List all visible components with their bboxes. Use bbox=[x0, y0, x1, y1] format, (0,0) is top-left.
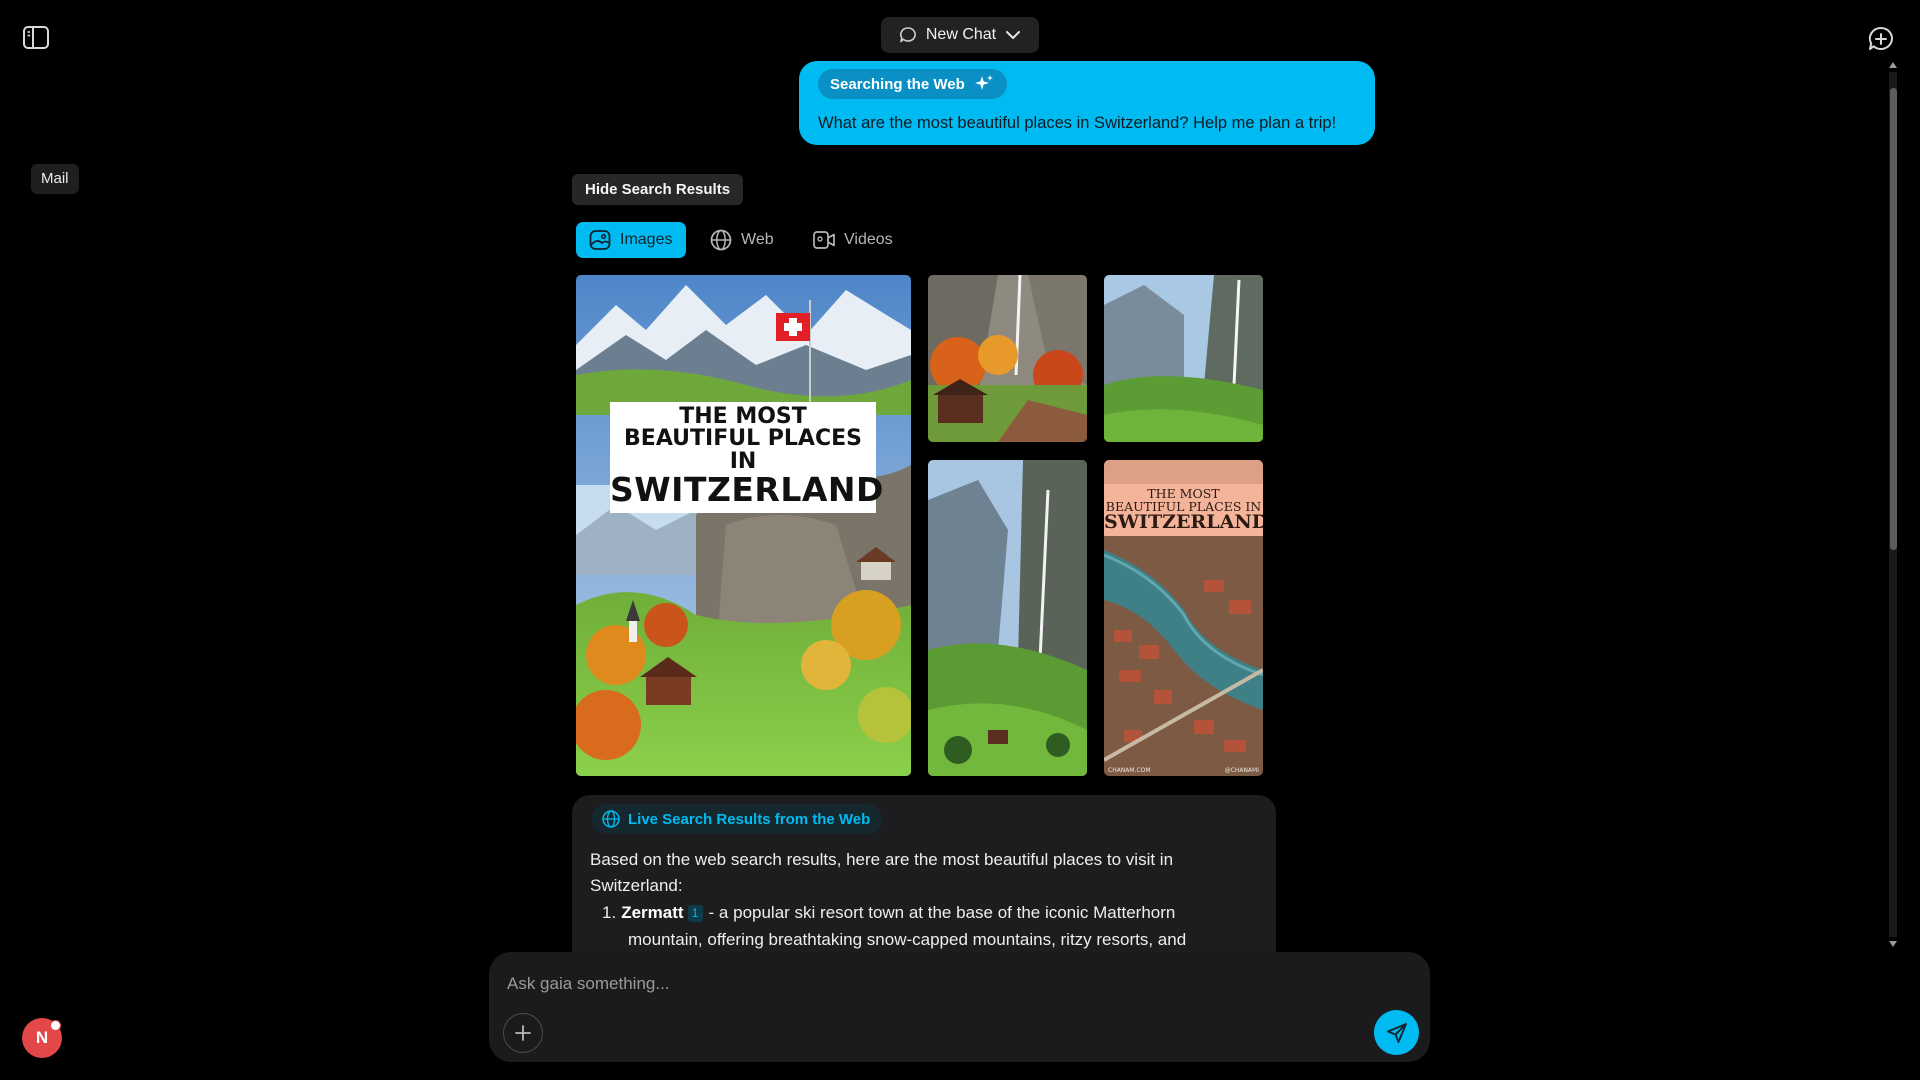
main-image-title-line: SWITZERLAND bbox=[610, 470, 884, 510]
result-image-2[interactable] bbox=[928, 275, 1087, 442]
scrollbar-thumb[interactable] bbox=[1890, 88, 1897, 550]
chevron-down-icon bbox=[1004, 26, 1022, 44]
result-image-5[interactable]: THE MOST BEAUTIFUL PLACES IN SWITZERLAND… bbox=[1104, 460, 1263, 776]
mail-tooltip: Mail bbox=[31, 164, 79, 194]
main-image-title-overlay: THE MOST BEAUTIFUL PLACES IN SWITZERLAND bbox=[610, 402, 884, 513]
avatar-initial: N bbox=[35, 1028, 49, 1047]
main-image-title-line: THE MOST bbox=[679, 404, 807, 429]
list-item-number: 1. bbox=[602, 903, 617, 922]
scroll-down-arrow-icon[interactable] bbox=[1888, 939, 1898, 949]
assistant-answer-card: Live Search Results from the Web Based o… bbox=[572, 795, 1276, 955]
list-item-text: mountain, offering breathtaking snow-cap… bbox=[628, 930, 1187, 949]
chat-selector-dropdown[interactable]: New Chat bbox=[881, 17, 1039, 53]
tab-web-label: Web bbox=[741, 231, 774, 248]
live-search-label: Live Search Results from the Web bbox=[628, 810, 871, 828]
list-item: 1. Zermatt 1 - a popular ski resort town at… bbox=[602, 899, 1232, 953]
searching-status-badge: Searching the Web bbox=[818, 69, 1007, 99]
user-message-bubble: Searching the Web What are the most beau… bbox=[799, 61, 1375, 145]
image-credit: CHANAM.COM bbox=[1108, 767, 1151, 774]
chat-selector-label: New Chat bbox=[925, 26, 997, 43]
answer-intro-text: Based on the web search results, here ar… bbox=[590, 850, 1174, 895]
scroll-up-arrow-icon[interactable] bbox=[1888, 60, 1898, 70]
sparkle-icon bbox=[973, 73, 995, 95]
message-composer bbox=[489, 952, 1430, 1062]
sidebar-toggle-icon[interactable] bbox=[22, 24, 52, 52]
tab-videos-label: Videos bbox=[844, 231, 893, 248]
list-item-text: - a popular ski resort town at the base … bbox=[708, 903, 1176, 922]
chat-bubble-icon bbox=[898, 25, 918, 45]
hide-search-results-button[interactable]: Hide Search Results bbox=[572, 174, 744, 205]
small-image-title-line: SWITZERLAND bbox=[1104, 511, 1263, 534]
send-icon bbox=[1385, 1021, 1409, 1045]
small-image-title-overlay: THE MOST BEAUTIFUL PLACES IN SWITZERLAND bbox=[1104, 484, 1263, 537]
result-image-main[interactable]: THE MOST BEAUTIFUL PLACES IN SWITZERLAND bbox=[576, 275, 911, 776]
list-item-title: Zermatt bbox=[621, 903, 684, 922]
globe-icon bbox=[601, 809, 621, 829]
notification-dot bbox=[50, 1020, 61, 1031]
scrollbar[interactable] bbox=[1886, 58, 1900, 951]
tab-images[interactable]: Images bbox=[576, 222, 686, 258]
searching-status-label: Searching the Web bbox=[830, 75, 965, 93]
tab-videos[interactable]: Videos bbox=[800, 222, 905, 258]
tab-web[interactable]: Web bbox=[697, 222, 786, 258]
user-avatar[interactable]: N bbox=[22, 1018, 62, 1058]
tab-images-label: Images bbox=[620, 231, 673, 248]
new-chat-icon[interactable] bbox=[1866, 24, 1896, 54]
main-image-title-line: BEAUTIFUL PLACES IN bbox=[624, 426, 862, 474]
send-button[interactable] bbox=[1374, 1010, 1419, 1055]
citation-badge[interactable]: 1 bbox=[687, 905, 703, 922]
video-icon bbox=[812, 228, 836, 252]
result-image-3[interactable] bbox=[1104, 275, 1263, 442]
image-credit: @CHANAMI bbox=[1224, 767, 1259, 774]
result-image-4[interactable] bbox=[928, 460, 1087, 776]
user-message-text: What are the most beautiful places in Sw… bbox=[818, 114, 1337, 132]
plus-icon bbox=[514, 1024, 532, 1042]
image-icon bbox=[588, 228, 612, 252]
live-search-badge: Live Search Results from the Web bbox=[592, 804, 883, 834]
globe-icon bbox=[709, 228, 733, 252]
attach-button[interactable] bbox=[503, 1013, 543, 1053]
chat-input[interactable] bbox=[505, 970, 1389, 998]
